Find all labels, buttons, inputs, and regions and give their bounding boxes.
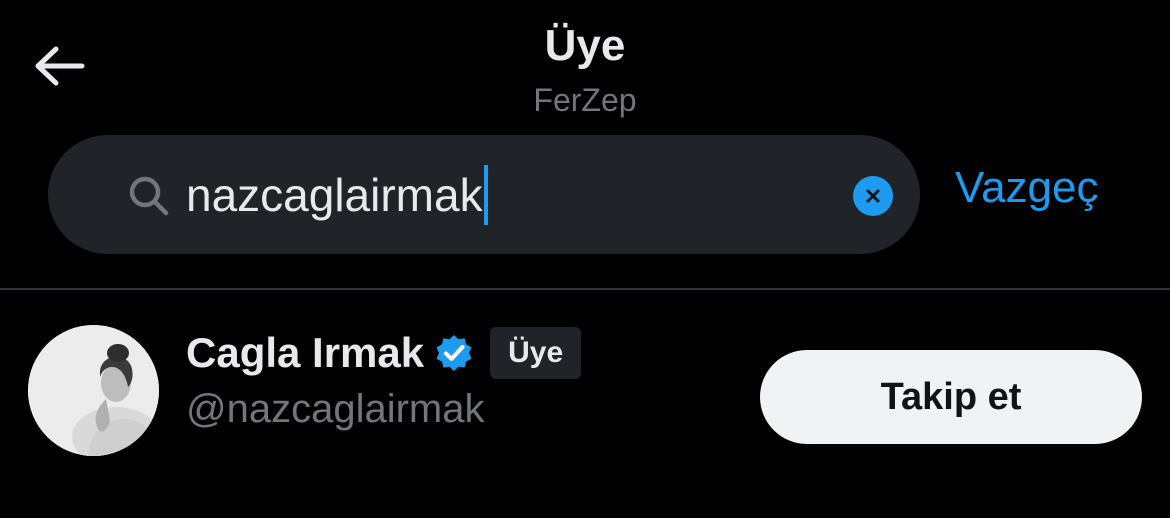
follow-button-label: Takip et [880,375,1022,418]
search-input-value: nazcaglairmak [186,169,483,221]
text-caret [483,165,488,225]
page-subtitle: FerZep [533,82,637,118]
display-name-row: Cagla Irmak Üye [186,326,582,380]
page-title: Üye [544,21,626,70]
avatar-image [28,325,159,456]
search-bar[interactable]: nazcaglairmak [48,135,920,254]
display-name: Cagla Irmak [186,329,425,376]
cancel-button[interactable]: Vazgeç [955,160,1099,216]
search-icon [129,176,169,216]
clear-search-button[interactable] [853,176,893,216]
follow-button[interactable]: Takip et [760,350,1142,444]
user-handle: @nazcaglairmak [186,387,485,431]
verified-badge-icon [436,335,472,371]
search-input[interactable]: nazcaglairmak [186,165,846,225]
member-badge: Üye [490,327,582,379]
clear-icon [866,189,880,203]
user-result-row[interactable]: Cagla Irmak Üye @nazcaglairmak Takip et [0,290,1170,518]
avatar[interactable] [28,325,159,456]
